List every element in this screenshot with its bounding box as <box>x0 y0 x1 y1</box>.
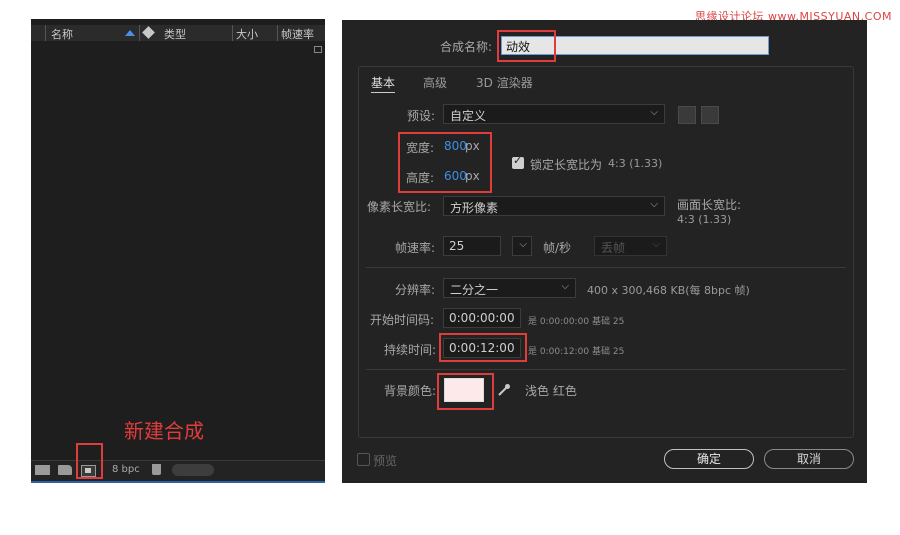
trash-icon[interactable] <box>152 464 161 475</box>
column-divider <box>277 25 278 41</box>
drop-frame-value: 丢帧 <box>601 241 626 255</box>
fps-label: 帧速率: <box>395 241 436 255</box>
column-size[interactable]: 大小 <box>236 26 258 42</box>
divider <box>366 369 846 370</box>
resolution-label: 分辨率: <box>395 283 436 297</box>
fps-input[interactable]: 25 <box>443 236 501 256</box>
column-divider <box>45 25 46 41</box>
sort-ascending-icon[interactable] <box>125 30 135 36</box>
label-tag-icon[interactable] <box>142 26 155 39</box>
start-timecode-label: 开始时间码: <box>370 313 435 327</box>
tab-basic[interactable]: 基本 <box>371 74 396 93</box>
preview-checkbox[interactable] <box>357 453 370 466</box>
highlight-duration <box>439 333 527 362</box>
lock-aspect-ratio: 4:3 (1.33) <box>608 157 663 170</box>
interpret-footage-icon[interactable] <box>35 465 50 475</box>
column-name[interactable]: 名称 <box>51 26 73 42</box>
start-timecode-base: 基础 25 <box>592 317 625 327</box>
project-column-header: 名称 类型 大小 帧速率 <box>31 25 325 41</box>
chevron-down-icon: ⌵ <box>561 281 569 292</box>
duration-base: 基础 25 <box>592 347 625 357</box>
chevron-down-icon: ⌵ <box>650 107 658 118</box>
new-folder-icon[interactable] <box>58 465 72 475</box>
chevron-down-icon: ⌵ <box>652 239 660 250</box>
comp-name-label: 合成名称: <box>440 40 493 54</box>
lock-aspect-label: 锁定长宽比为 <box>530 158 603 172</box>
frame-aspect-value: 4:3 (1.33) <box>677 213 732 226</box>
pixel-aspect-value: 方形像素 <box>450 201 499 215</box>
duration-label: 持续时间: <box>384 343 437 357</box>
fps-dropdown[interactable]: ⌵ <box>512 236 532 256</box>
column-divider <box>139 25 140 41</box>
column-type[interactable]: 类型 <box>164 26 186 42</box>
resolution-value: 二分之一 <box>450 283 499 297</box>
drop-frame-dropdown[interactable]: 丢帧 ⌵ <box>594 236 667 256</box>
column-framerate[interactable]: 帧速率 <box>281 26 314 42</box>
resolution-dropdown[interactable]: 二分之一 ⌵ <box>443 278 576 298</box>
preset-value: 自定义 <box>450 109 487 123</box>
highlight-bg-color <box>437 373 494 410</box>
tab-advanced[interactable]: 高级 <box>423 74 447 91</box>
tab-3d-renderer[interactable]: 3D 渲染器 <box>476 74 533 91</box>
chevron-down-icon: ⌵ <box>519 239 527 250</box>
lock-aspect-checkbox[interactable] <box>512 154 524 169</box>
frame-aspect-label: 画面长宽比: <box>677 198 742 212</box>
annotation-caption: 新建合成 <box>124 419 204 443</box>
fps-unit: 帧/秒 <box>543 241 572 255</box>
divider <box>366 267 846 268</box>
cancel-button[interactable]: 取消 <box>764 449 854 469</box>
duration-info: 是 0:00:12:00 <box>528 347 590 357</box>
preset-dropdown[interactable]: 自定义 ⌵ <box>443 104 665 124</box>
resolution-info: 400 x 300,468 KB(每 8bpc 帧) <box>587 284 750 297</box>
save-preset-icon[interactable] <box>678 106 696 124</box>
preset-label: 预设: <box>407 109 436 123</box>
eyedropper-icon[interactable] <box>497 383 511 397</box>
ok-button[interactable]: 确定 <box>664 449 754 469</box>
chevron-down-icon: ⌵ <box>650 199 658 210</box>
start-timecode-info: 是 0:00:00:00 <box>528 317 590 327</box>
pixel-aspect-dropdown[interactable]: 方形像素 ⌵ <box>443 196 665 216</box>
thumbnail-slider[interactable] <box>172 464 214 476</box>
project-panel: 名称 类型 大小 帧速率 8 bpc <box>31 19 325 483</box>
pixel-aspect-label: 像素长宽比: <box>367 200 432 214</box>
flowchart-icon[interactable] <box>314 46 322 53</box>
start-timecode-input[interactable]: 0:00:00:00 <box>443 308 521 328</box>
bg-color-name: 浅色 红色 <box>525 384 577 398</box>
highlight-dimensions <box>398 132 492 193</box>
highlight-new-comp <box>76 443 103 479</box>
bit-depth-label[interactable]: 8 bpc <box>112 464 140 475</box>
highlight-comp-name <box>497 30 556 62</box>
column-divider <box>232 25 233 41</box>
bg-color-label: 背景颜色: <box>384 384 437 398</box>
preview-label: 预览 <box>373 454 398 468</box>
delete-preset-icon[interactable] <box>701 106 719 124</box>
